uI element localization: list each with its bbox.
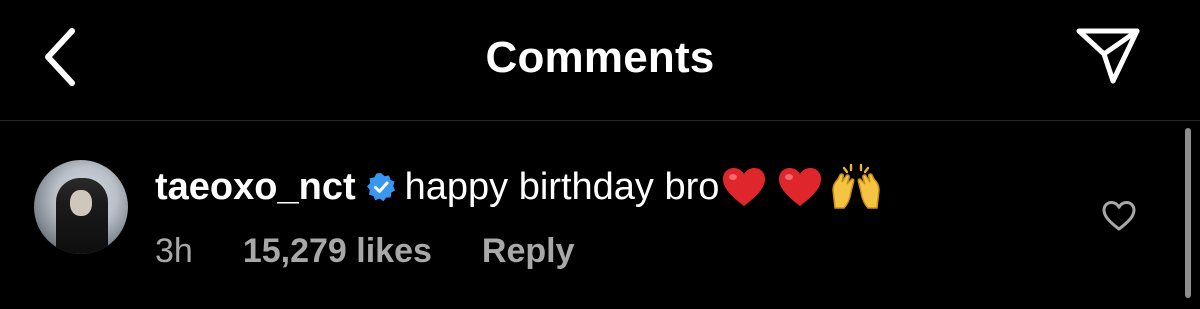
share-button[interactable] (1068, 20, 1148, 90)
reply-button[interactable]: Reply (482, 232, 575, 271)
red-heart-emoji (721, 166, 767, 208)
heart-outline-icon (1102, 201, 1136, 231)
raising-hands-emoji (829, 162, 883, 212)
scrollbar[interactable] (1185, 128, 1191, 298)
comment-username[interactable]: taeoxo_nct (155, 166, 356, 209)
chevron-left-icon (45, 28, 75, 86)
like-comment-button[interactable] (1097, 194, 1141, 238)
paper-plane-icon (1076, 28, 1140, 84)
avatar[interactable] (34, 160, 128, 254)
header-divider (0, 120, 1200, 121)
comment-timestamp: 3h (155, 231, 193, 270)
comment-likes-count[interactable]: 15,279 likes (243, 232, 432, 271)
avatar-face (70, 190, 92, 216)
comment-meta: 3h 15,279 likes Reply (155, 228, 574, 274)
comment-text: happy birthday bro (404, 165, 720, 208)
comments-header: Comments (0, 0, 1200, 120)
verified-badge-icon (366, 172, 396, 202)
back-button[interactable] (30, 22, 90, 92)
comment-line: taeoxo_nct happy birthday bro (155, 160, 883, 214)
red-heart-emoji (777, 166, 823, 208)
page-title: Comments (485, 33, 715, 82)
